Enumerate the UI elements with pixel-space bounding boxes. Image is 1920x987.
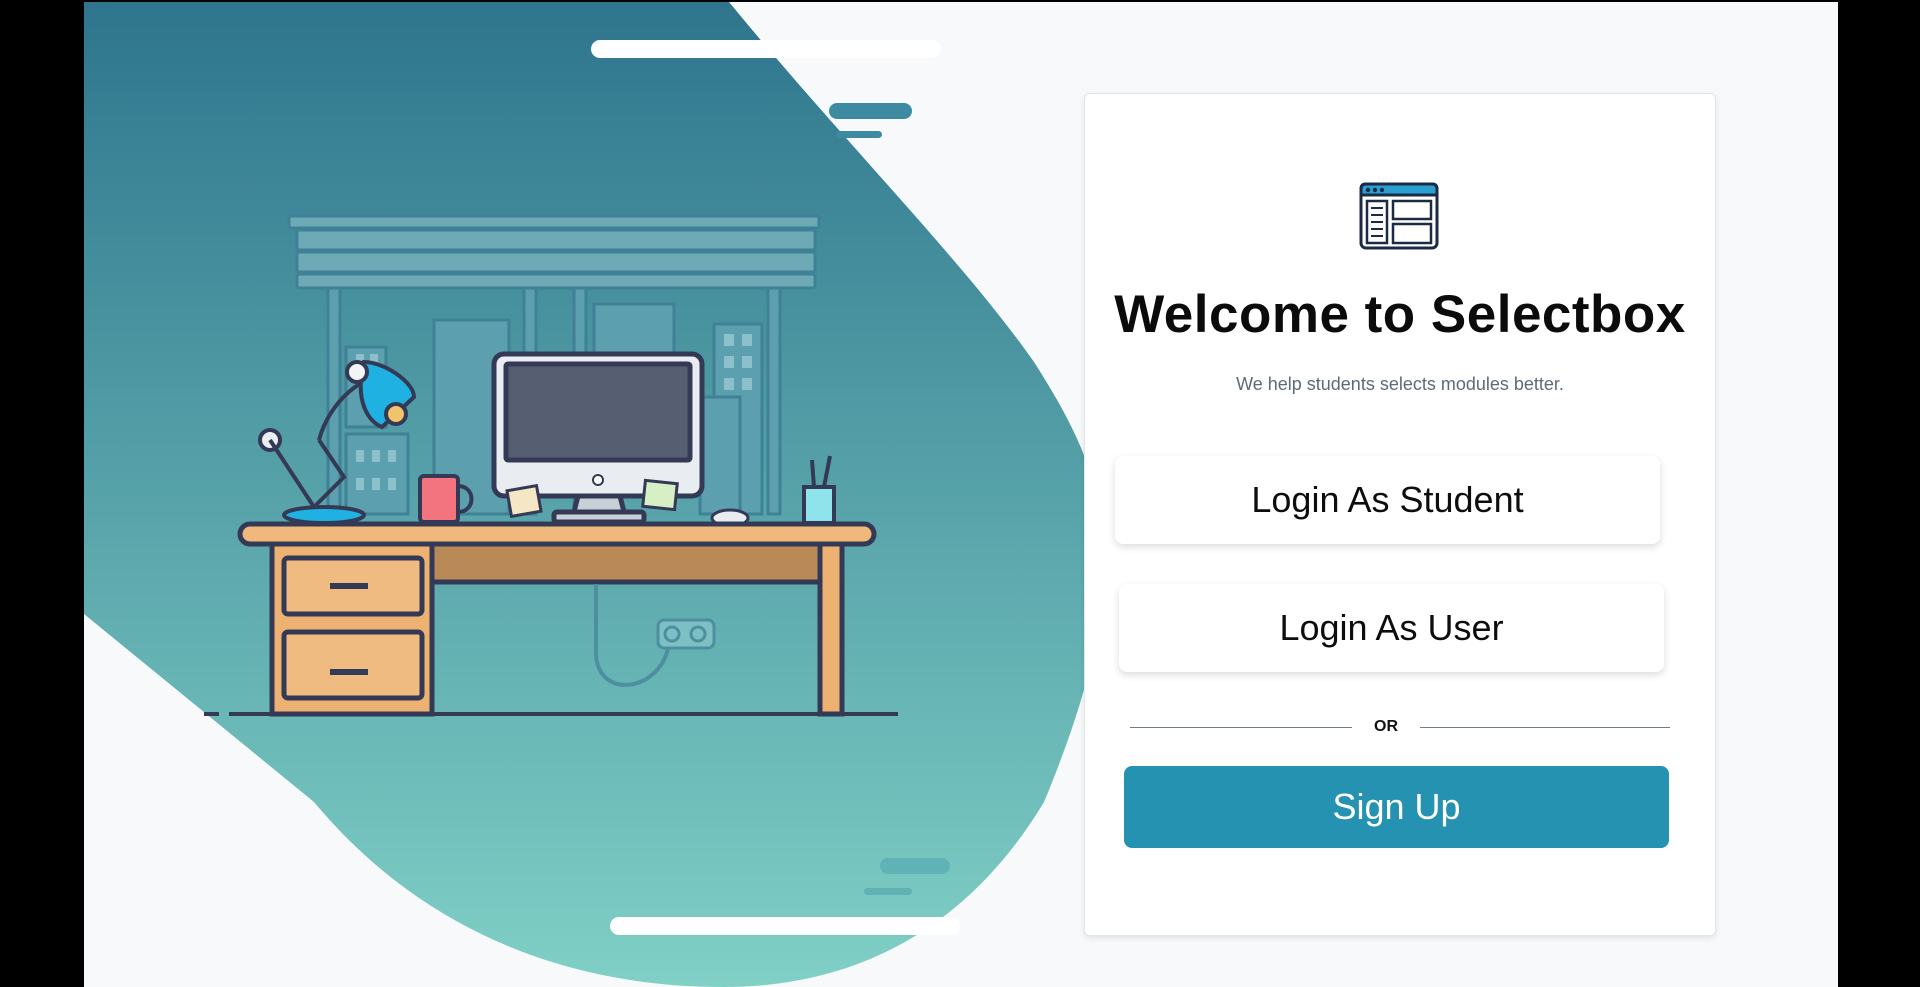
divider-right [1420, 727, 1670, 728]
hero-illustration [84, 2, 1084, 987]
hero-speed-line [610, 917, 960, 935]
page-title: Welcome to Selectbox [1114, 285, 1686, 344]
hero-speed-line [864, 888, 912, 895]
sign-up-button[interactable]: Sign Up [1124, 766, 1669, 848]
page-subtitle: We help students selects modules better. [1236, 374, 1564, 394]
hero-speed-line [829, 103, 912, 119]
hero-speed-line [880, 858, 950, 874]
login-as-student-button[interactable]: Login As Student [1115, 456, 1660, 544]
hero-speed-line [591, 40, 941, 58]
browser-window-layout-icon [1359, 182, 1439, 250]
power-outlet [656, 618, 716, 650]
divider-left [1130, 727, 1352, 728]
login-page: Welcome to Selectbox We help students se… [84, 2, 1838, 987]
divider-or-text: OR [1374, 718, 1398, 735]
hero-speed-line [836, 131, 882, 138]
login-as-user-button[interactable]: Login As User [1119, 584, 1664, 672]
login-card: Welcome to Selectbox We help students se… [1084, 93, 1716, 936]
window-blinds [287, 214, 821, 290]
